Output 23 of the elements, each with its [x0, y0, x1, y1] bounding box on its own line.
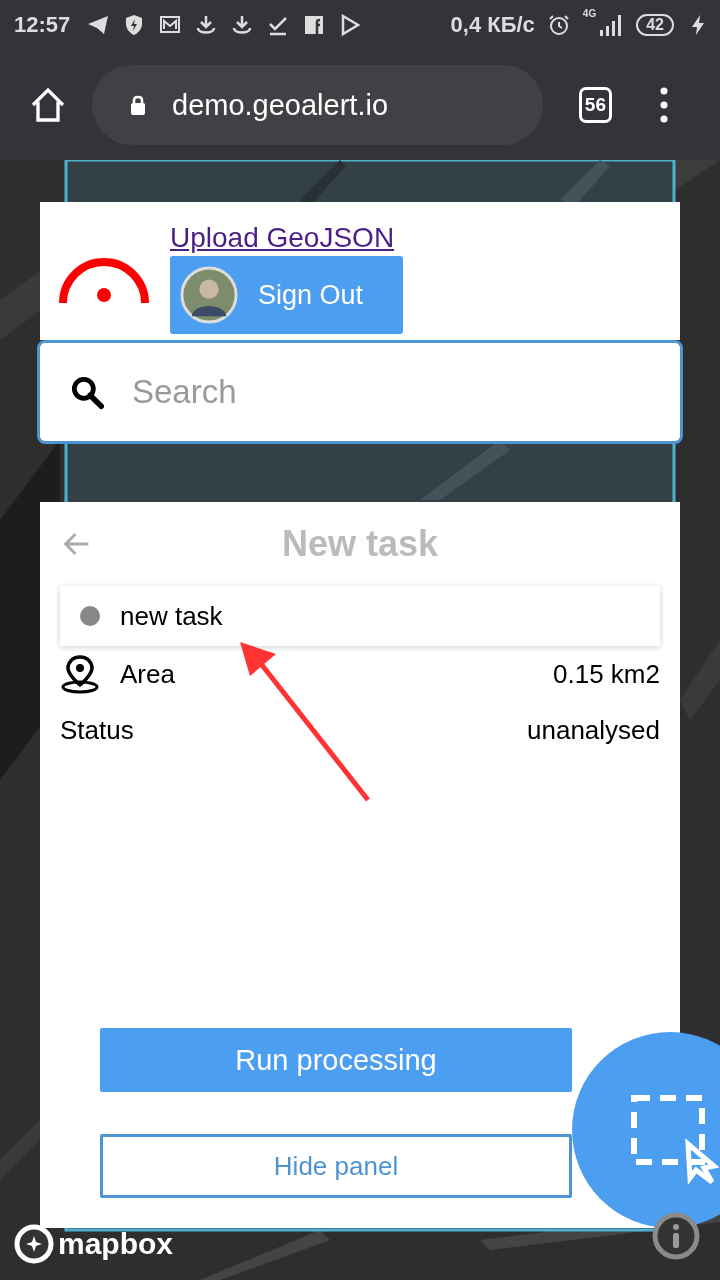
property-label: Area [120, 658, 175, 690]
property-value: unanalysed [527, 714, 660, 746]
property-value: 0.15 km2 [553, 658, 660, 690]
url-text: demo.geoalert.io [172, 88, 389, 122]
panel-title: New task [281, 523, 439, 565]
menu-icon[interactable] [660, 85, 668, 125]
search-field[interactable]: Search [37, 340, 683, 444]
mapbox-attribution: mapbox [58, 1227, 174, 1261]
property-label: Status [60, 714, 134, 746]
map-pin-icon [60, 654, 100, 694]
clock: 12:57 [14, 12, 71, 38]
avatar-icon [180, 266, 238, 324]
selection-cursor-icon [630, 1094, 720, 1184]
tab-count[interactable]: 56 [578, 87, 612, 123]
battery-level: 42 [636, 14, 674, 36]
info-icon[interactable] [652, 1212, 700, 1260]
upload-link[interactable]: Upload GeoJSON [170, 220, 403, 256]
task-name-field[interactable]: new task [60, 586, 660, 646]
network-type: 4G [582, 8, 597, 19]
address-bar[interactable]: demo.geoalert.io [92, 65, 543, 145]
status-dot [80, 606, 100, 626]
network-speed: 0,4 КБ/с [450, 12, 535, 38]
paper-plane-icon [86, 13, 111, 37]
